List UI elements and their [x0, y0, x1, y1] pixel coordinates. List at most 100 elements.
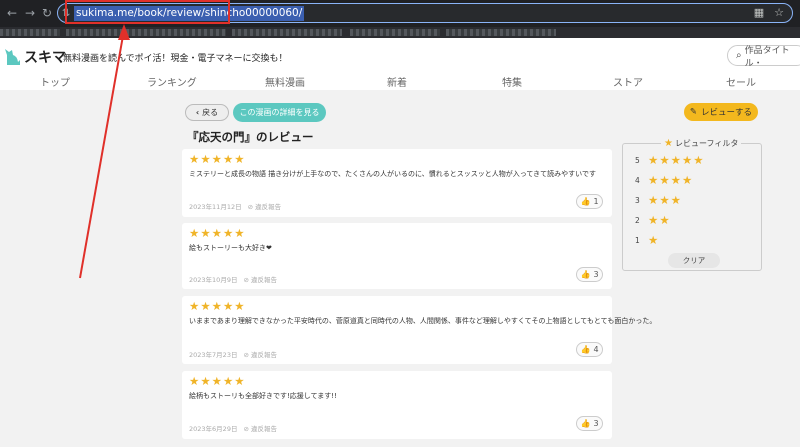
filter-option-5[interactable]: 5 ★ ★ ★ ★ ★	[635, 153, 704, 167]
star-icon: ★	[670, 173, 681, 187]
review-date: 2023年7月23日	[189, 351, 238, 359]
star-icon: ★	[234, 374, 245, 388]
review-rating: ★ ★ ★ ★ ★	[189, 152, 245, 166]
nav-item-free-manga[interactable]: 無料漫画	[265, 74, 305, 89]
filter-option-3[interactable]: 3 ★ ★ ★	[635, 193, 681, 207]
nav-item-ranking[interactable]: ランキング	[147, 74, 197, 89]
star-icon: ★	[234, 226, 245, 240]
nav-item-top[interactable]: トップ	[40, 74, 70, 89]
url-annotation-box	[65, 0, 230, 24]
star-icon: ★	[189, 374, 200, 388]
nav-item-new[interactable]: 新着	[387, 74, 407, 89]
filter-option-label: 4	[635, 176, 640, 185]
star-icon: ★	[648, 173, 659, 187]
nav-item-sale[interactable]: セール	[726, 74, 756, 89]
cat-logo-icon[interactable]	[4, 46, 22, 66]
like-count: 4	[593, 345, 599, 354]
chevron-left-icon: ‹	[195, 108, 200, 117]
site-header: スキマ 無料漫画を読んでポイ活！現金・電子マネーに交換も！ ⌕ 作品タイトル・	[0, 38, 800, 73]
review-meta: 2023年10月9日 ⊘ 違反報告	[189, 274, 277, 284]
thumbs-up-icon: 👍	[580, 345, 591, 354]
star-icon: ★	[659, 173, 670, 187]
review-date: 2023年11月12日	[189, 203, 242, 211]
filter-option-label: 1	[635, 236, 640, 245]
clear-filter-button[interactable]: クリア	[668, 253, 720, 268]
search-input[interactable]: ⌕ 作品タイトル・	[727, 45, 800, 69]
bookmark-star-icon[interactable]: ☆	[774, 6, 784, 19]
thumbs-up-icon: 👍	[580, 270, 591, 279]
star-icon: ★	[200, 226, 211, 240]
main-nav: トップ ランキング 無料漫画 新着 特集 ストア セール	[0, 73, 800, 90]
search-icon: ⌕	[736, 50, 742, 61]
nav-item-store[interactable]: ストア	[613, 74, 643, 89]
like-count: 3	[593, 270, 599, 279]
review-meta: 2023年7月23日 ⊘ 違反報告	[189, 349, 277, 359]
report-label: 違反報告	[255, 203, 282, 211]
review-card: ★ ★ ★ ★ ★ ミステリーと成長の物語 描き分けが上手なので、たくさんの人がいるのに…	[182, 149, 612, 217]
back-arrow-icon[interactable]: ←	[2, 6, 22, 20]
star-icon: ★	[222, 299, 234, 313]
report-link[interactable]: ⊘ 違反報告	[243, 349, 277, 359]
review-date: 2023年10月9日	[189, 276, 238, 284]
star-icon: ★	[664, 138, 673, 149]
star-icon: ★	[648, 193, 659, 207]
manga-detail-button[interactable]: この漫画の詳細を見る	[233, 103, 326, 122]
filter-option-2[interactable]: 2 ★ ★	[635, 213, 670, 227]
reload-icon[interactable]: ↻	[37, 6, 57, 20]
review-rating: ★ ★ ★ ★ ★	[189, 226, 245, 240]
report-link[interactable]: ⊘ 違反報告	[248, 201, 282, 211]
review-card: ★ ★ ★ ★ ★ いままであまり理解できなかった平安時代の、菅原道真と同時代の人物、人…	[182, 296, 656, 364]
comment-icon: ✎	[689, 107, 698, 117]
star-icon: ★	[670, 153, 681, 167]
like-button[interactable]: 👍 4	[576, 342, 603, 357]
star-icon: ★	[200, 374, 211, 388]
review-filter-panel: ★ レビューフィルタ 5 ★ ★ ★ ★ ★ 4 ★ ★ ★ ★ 3 ★ ★ ★ 2 ★ ★ 1 ★…	[622, 138, 762, 271]
review-meta: 2023年6月29日 ⊘ 違反報告	[189, 423, 277, 433]
review-text: 絵もストーリーも大好き❤	[189, 244, 272, 252]
star-icon: ★	[234, 299, 245, 313]
filter-title-label: レビューフィルタ	[674, 139, 739, 148]
like-count: 1	[593, 197, 599, 206]
bookmarks-bar-blurred	[0, 27, 800, 38]
like-count: 3	[593, 419, 599, 428]
star-icon: ★	[189, 152, 200, 166]
like-button[interactable]: 👍 1	[576, 194, 603, 209]
star-icon: ★	[648, 213, 659, 227]
star-icon: ★	[200, 299, 211, 313]
review-card: ★ ★ ★ ★ ★ 絵もストーリーも大好き❤ 2023年10月9日 ⊘ 違反報告 👍 3	[182, 223, 612, 289]
qr-code-icon[interactable]: ▦	[754, 6, 764, 19]
star-icon: ★	[189, 299, 200, 313]
review-card: ★ ★ ★ ★ ★ 絵柄もストーリも全部好きです!応援してます!! 2023年6月29日…	[182, 371, 612, 439]
thumbs-up-icon: 👍	[580, 197, 591, 206]
star-icon: ★	[648, 153, 659, 167]
star-icon: ★	[211, 374, 222, 388]
star-icon: ★	[234, 152, 245, 166]
write-review-button[interactable]: ✎ レビューする	[684, 103, 758, 121]
like-button[interactable]: 👍 3	[576, 416, 603, 431]
report-link[interactable]: ⊘ 違反報告	[243, 423, 277, 433]
report-link[interactable]: ⊘ 違反報告	[243, 274, 277, 284]
filter-option-4[interactable]: 4 ★ ★ ★ ★	[635, 173, 693, 187]
site-logo-text[interactable]: スキマ	[24, 47, 66, 67]
star-icon: ★	[659, 213, 670, 227]
filter-option-label: 5	[635, 156, 640, 165]
filter-option-1[interactable]: 1 ★	[635, 233, 659, 247]
like-button[interactable]: 👍 3	[576, 267, 603, 282]
review-date: 2023年6月29日	[189, 425, 238, 433]
star-icon: ★	[681, 173, 693, 187]
star-icon: ★	[222, 152, 234, 166]
search-placeholder: 作品タイトル・	[744, 45, 790, 69]
nav-item-feature[interactable]: 特集	[502, 74, 522, 89]
review-rating: ★ ★ ★ ★ ★	[189, 299, 245, 313]
star-icon: ★	[659, 153, 670, 167]
star-icon: ★	[693, 153, 704, 167]
browser-toolbar: ← → ↻ ⇅ sukima.me/book/review/shincho000…	[0, 0, 800, 27]
review-meta: 2023年11月12日 ⊘ 違反報告	[189, 201, 281, 211]
page-title: 『応天の門』のレビュー	[187, 130, 314, 144]
review-text: ミステリーと成長の物語 描き分けが上手なので、たくさんの人がいるのに、慣れるとス…	[189, 170, 596, 178]
star-icon: ★	[211, 152, 222, 166]
report-label: 違反報告	[250, 276, 277, 284]
star-icon: ★	[211, 299, 222, 313]
back-button[interactable]: ‹ 戻る	[185, 104, 229, 121]
star-icon: ★	[648, 233, 659, 247]
